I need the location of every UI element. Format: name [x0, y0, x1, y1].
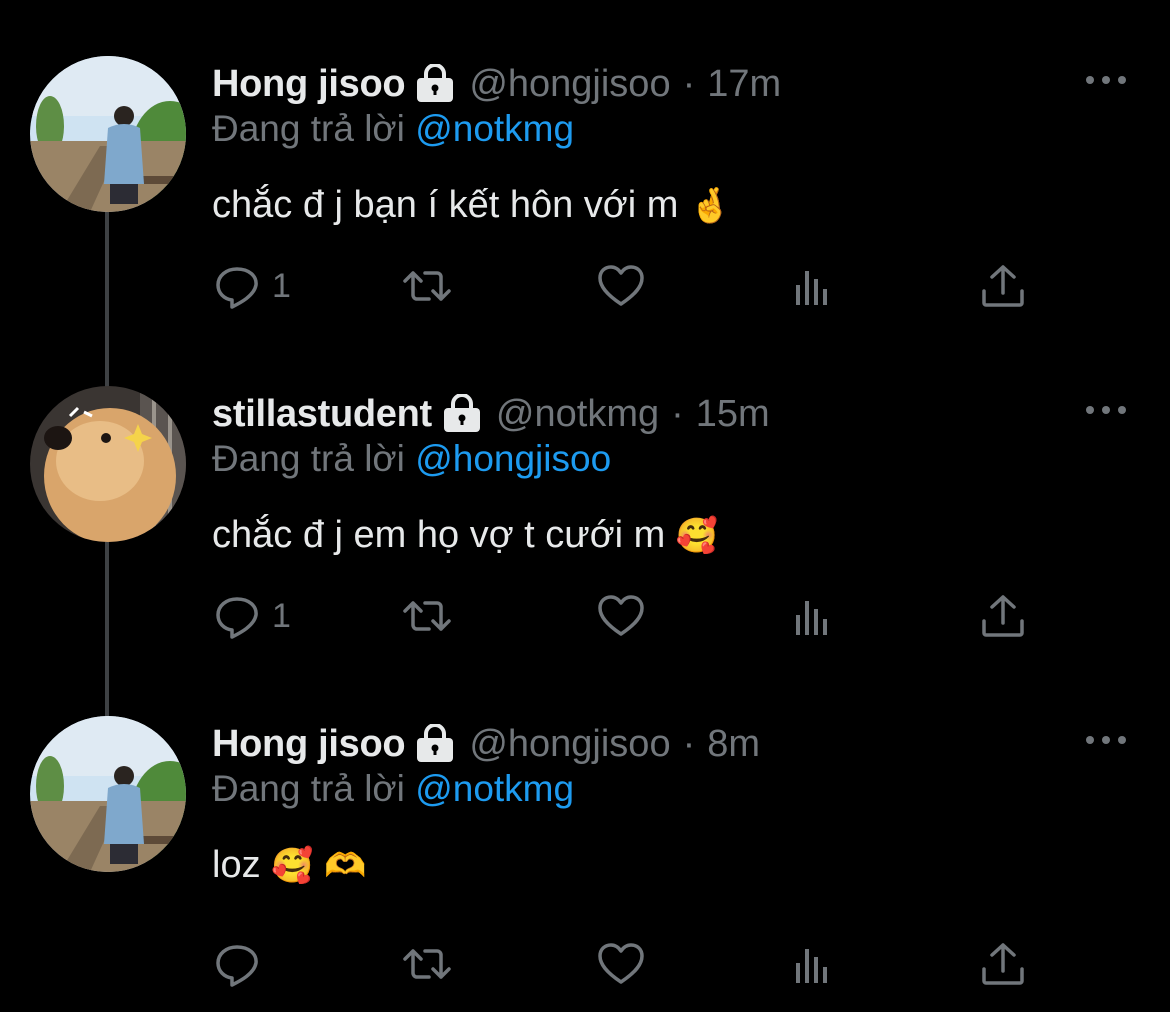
like-icon — [598, 595, 644, 636]
display-name[interactable]: stillastudent — [212, 393, 432, 436]
retweet-button[interactable] — [402, 256, 452, 316]
like-button[interactable] — [596, 934, 646, 994]
reply-icon — [216, 597, 258, 639]
tweet-header: stillastudent @notkmg · 15m — [212, 386, 770, 442]
action-bar — [212, 934, 1042, 994]
views-icon — [796, 949, 827, 983]
reply-icon — [216, 945, 258, 987]
lock-icon — [442, 394, 482, 434]
mention-link[interactable]: @notkmg — [415, 108, 574, 149]
share-button[interactable] — [978, 586, 1028, 646]
like-icon — [598, 265, 644, 306]
share-icon — [982, 943, 1024, 985]
avatar[interactable] — [30, 386, 186, 542]
tweet[interactable]: Hong jisoo @hongjisoo · 8m Đang trả lời … — [0, 716, 1170, 1012]
tweet-body: loz — [212, 844, 261, 886]
tweet[interactable]: stillastudent @notkmg · 15m Đang trả lời… — [0, 386, 1170, 716]
separator: · — [682, 722, 696, 765]
reply-count: 1 — [272, 266, 291, 305]
lock-icon — [415, 724, 455, 764]
reply-button[interactable]: 1 — [212, 256, 291, 316]
share-button[interactable] — [978, 256, 1028, 316]
reply-icon — [216, 267, 258, 309]
tweet-header: Hong jisoo @hongjisoo · 17m — [212, 56, 781, 112]
display-name[interactable]: Hong jisoo — [212, 63, 406, 106]
tweet-text: chắc đ j bạn í kết hôn với m 🤞 — [212, 184, 731, 227]
more-icon[interactable] — [1086, 730, 1126, 750]
display-name[interactable]: Hong jisoo — [212, 723, 406, 766]
views-icon — [796, 271, 827, 305]
replying-prefix: Đang trả lời — [212, 768, 405, 809]
reply-count: 1 — [272, 596, 291, 635]
mention-link[interactable]: @hongjisoo — [415, 438, 611, 479]
like-button[interactable] — [596, 586, 646, 646]
share-icon — [982, 595, 1024, 637]
reply-button[interactable]: 1 — [212, 586, 291, 646]
reply-button[interactable] — [212, 934, 272, 994]
tweet-header: Hong jisoo @hongjisoo · 8m — [212, 716, 760, 772]
more-icon[interactable] — [1086, 400, 1126, 420]
retweet-icon — [403, 601, 451, 631]
emoji: 🤞 — [688, 186, 732, 226]
tweet-body: chắc đ j bạn í kết hôn với m — [212, 184, 679, 226]
retweet-icon — [403, 271, 451, 301]
replying-to: Đang trả lời @notkmg — [212, 768, 574, 810]
emoji: 🫶 — [324, 846, 367, 886]
handle[interactable]: @notkmg — [496, 393, 659, 436]
mention-link[interactable]: @notkmg — [415, 768, 574, 809]
separator: · — [682, 62, 696, 105]
dog-avatar-image — [30, 386, 186, 542]
replying-to: Đang trả lời @hongjisoo — [212, 438, 611, 480]
action-bar: 1 — [212, 256, 1042, 316]
like-icon — [598, 943, 644, 984]
separator: · — [671, 392, 684, 435]
person-avatar-image — [30, 56, 186, 212]
share-button[interactable] — [978, 934, 1028, 994]
share-icon — [982, 265, 1024, 307]
timestamp[interactable]: 15m — [696, 393, 770, 436]
retweet-icon — [403, 949, 451, 979]
retweet-button[interactable] — [402, 586, 452, 646]
replying-prefix: Đang trả lời — [212, 108, 405, 149]
handle[interactable]: @hongjisoo — [469, 63, 670, 106]
tweet-body: chắc đ j em họ vợ t cưới m — [212, 514, 666, 556]
like-button[interactable] — [596, 256, 646, 316]
more-icon[interactable] — [1086, 70, 1126, 90]
retweet-button[interactable] — [402, 934, 452, 994]
tweet-text: loz 🥰 🫶 — [212, 844, 366, 887]
tweet[interactable]: Hong jisoo @hongjisoo · 17m Đang trả lời… — [0, 56, 1170, 386]
avatar[interactable] — [30, 716, 186, 872]
views-button[interactable] — [788, 256, 838, 316]
person-avatar-image — [30, 716, 186, 872]
action-bar: 1 — [212, 586, 1042, 646]
handle[interactable]: @hongjisoo — [469, 723, 670, 766]
views-icon — [796, 601, 827, 635]
tweet-text: chắc đ j em họ vợ t cưới m 🥰 — [212, 514, 718, 557]
timestamp[interactable]: 17m — [707, 63, 781, 106]
lock-icon — [415, 64, 455, 104]
emoji: 🥰 — [675, 516, 719, 556]
avatar[interactable] — [30, 56, 186, 212]
emoji: 🥰 — [271, 846, 314, 886]
views-button[interactable] — [788, 934, 838, 994]
views-button[interactable] — [788, 586, 838, 646]
timestamp[interactable]: 8m — [707, 723, 760, 766]
replying-prefix: Đang trả lời — [212, 438, 405, 479]
replying-to: Đang trả lời @notkmg — [212, 108, 574, 150]
